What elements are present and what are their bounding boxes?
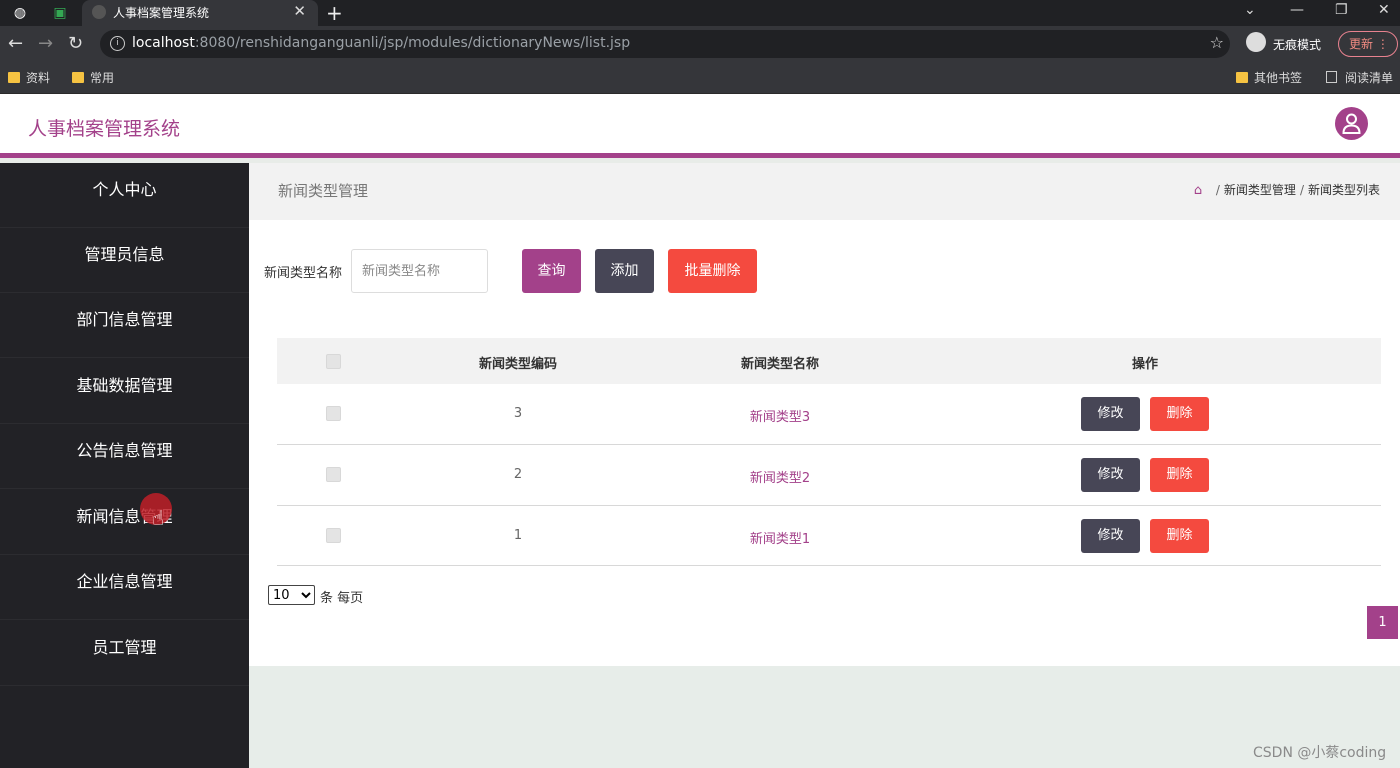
cell-code: 2 bbox=[513, 467, 523, 482]
page-number-button[interactable]: 1 bbox=[1367, 606, 1398, 639]
delete-button[interactable]: 删除 bbox=[1150, 397, 1209, 431]
sidebar: 个人中心 管理员信息 部门信息管理 基础数据管理 公告信息管理 新闻信息管理 企… bbox=[0, 163, 249, 768]
sidebar-item-announcement[interactable]: 公告信息管理 bbox=[0, 424, 249, 489]
user-avatar-icon[interactable] bbox=[1335, 107, 1368, 140]
watermark: CSDN @小蔡coding bbox=[1253, 745, 1387, 761]
table-row: 3 新闻类型3 修改 删除 bbox=[277, 384, 1381, 445]
folder-icon bbox=[1236, 72, 1248, 83]
page-size-select[interactable]: 10 bbox=[268, 585, 315, 605]
add-button[interactable]: 添加 bbox=[595, 249, 654, 293]
site-info-icon[interactable]: i bbox=[110, 36, 125, 51]
search-label: 新闻类型名称 bbox=[264, 266, 343, 281]
sidebar-item-news[interactable]: 新闻信息管理 bbox=[0, 490, 249, 555]
row-checkbox[interactable] bbox=[326, 467, 341, 482]
sidebar-item-personal-center[interactable]: 个人中心 bbox=[0, 163, 249, 228]
sheets-tab-icon[interactable]: ▣ bbox=[50, 3, 70, 23]
breadcrumb: ⌂ / 新闻类型管理 / 新闻类型列表 bbox=[1193, 183, 1380, 198]
cell-code: 3 bbox=[513, 406, 523, 421]
page-header: 新闻类型管理 ⌂ / 新闻类型管理 / 新闻类型列表 bbox=[249, 163, 1400, 220]
browser-tab-active[interactable]: 人事档案管理系统 ✕ bbox=[82, 0, 318, 26]
sidebar-item-admin-info[interactable]: 管理员信息 bbox=[0, 228, 249, 293]
table-row: 2 新闻类型2 修改 删除 bbox=[277, 445, 1381, 506]
other-bookmarks[interactable]: 其他书签 bbox=[1236, 69, 1302, 86]
page-size-control: 10 bbox=[268, 585, 315, 605]
edit-button[interactable]: 修改 bbox=[1081, 458, 1140, 492]
address-bar[interactable]: i localhost:8080/renshidanganguanli/jsp/… bbox=[100, 30, 1230, 58]
cell-name[interactable]: 新闻类型1 bbox=[750, 528, 810, 547]
browser-toolbar: ← → ↻ i localhost:8080/renshidanganguanl… bbox=[0, 26, 1400, 62]
row-checkbox[interactable] bbox=[326, 406, 341, 421]
restore-icon[interactable]: ❐ bbox=[1335, 2, 1348, 18]
incognito-icon[interactable] bbox=[1246, 32, 1266, 52]
page-size-label: 条 每页 bbox=[320, 591, 364, 606]
sidebar-item-enterprise[interactable]: 企业信息管理 bbox=[0, 555, 249, 620]
folder-icon bbox=[72, 72, 84, 83]
batch-delete-button[interactable]: 批量删除 bbox=[668, 249, 757, 293]
content-footer-area bbox=[249, 666, 1400, 768]
cell-name[interactable]: 新闻类型2 bbox=[750, 467, 810, 486]
minimize-icon[interactable]: — bbox=[1290, 2, 1304, 18]
sidebar-item-employee[interactable]: 员工管理 bbox=[0, 621, 249, 686]
folder-icon bbox=[8, 72, 20, 83]
globe-icon[interactable]: ◍ bbox=[10, 3, 30, 23]
bookmark-folder-1[interactable]: 资料 bbox=[8, 69, 50, 86]
app-title: 人事档案管理系统 bbox=[28, 118, 181, 140]
select-all-checkbox[interactable] bbox=[326, 354, 341, 369]
app-header: 人事档案管理系统 bbox=[0, 94, 1400, 158]
table-header: 新闻类型编码 新闻类型名称 操作 bbox=[277, 338, 1381, 384]
reading-list-icon bbox=[1326, 71, 1337, 83]
sidebar-item-basic-data[interactable]: 基础数据管理 bbox=[0, 359, 249, 424]
edit-button[interactable]: 修改 bbox=[1081, 397, 1140, 431]
delete-button[interactable]: 删除 bbox=[1150, 519, 1209, 553]
reading-list[interactable]: 阅读清单 bbox=[1326, 69, 1393, 86]
tab-title: 人事档案管理系统 bbox=[113, 6, 210, 20]
breadcrumb-item[interactable]: 新闻类型管理 bbox=[1224, 183, 1296, 197]
column-header-code: 新闻类型编码 bbox=[478, 357, 558, 372]
main-content: 新闻类型管理 ⌂/新闻类型管理/新闻类型列表 新闻类型名称 查询 添加 批量删除… bbox=[249, 163, 1400, 666]
tab-search-icon[interactable]: ⌄ bbox=[1244, 2, 1256, 18]
cell-code: 1 bbox=[513, 528, 523, 543]
breadcrumb-item-current: 新闻类型列表 bbox=[1307, 183, 1380, 197]
back-icon[interactable]: ← bbox=[8, 33, 23, 54]
incognito-label: 无痕模式 bbox=[1273, 38, 1322, 52]
bookmarks-bar: 资料 常用 其他书签 阅读清单 bbox=[0, 62, 1400, 94]
edit-button[interactable]: 修改 bbox=[1081, 519, 1140, 553]
close-window-icon[interactable]: ✕ bbox=[1378, 2, 1390, 18]
cell-name[interactable]: 新闻类型3 bbox=[750, 406, 810, 425]
query-button[interactable]: 查询 bbox=[522, 249, 581, 293]
page-title: 新闻类型管理 bbox=[278, 182, 369, 200]
bookmark-folder-2[interactable]: 常用 bbox=[72, 69, 114, 86]
mouse-cursor-icon: ☝ bbox=[152, 506, 165, 530]
search-input[interactable] bbox=[351, 249, 488, 293]
new-tab-icon[interactable]: + bbox=[326, 1, 343, 25]
bookmark-star-icon[interactable]: ☆ bbox=[1210, 33, 1224, 52]
sidebar-item-department[interactable]: 部门信息管理 bbox=[0, 293, 249, 358]
column-header-name: 新闻类型名称 bbox=[740, 357, 820, 372]
forward-icon[interactable]: → bbox=[38, 33, 53, 54]
reload-icon[interactable]: ↻ bbox=[68, 33, 83, 54]
tab-favicon-icon bbox=[92, 5, 106, 19]
url-text: localhost:8080/renshidanganguanli/jsp/mo… bbox=[132, 35, 631, 51]
browser-tab-bar: ◍ ▣ 人事档案管理系统 ✕ + ⌄ — ❐ ✕ bbox=[0, 0, 1400, 26]
row-checkbox[interactable] bbox=[326, 528, 341, 543]
tab-close-icon[interactable]: ✕ bbox=[293, 2, 306, 20]
delete-button[interactable]: 删除 bbox=[1150, 458, 1209, 492]
home-icon[interactable]: ⌂ bbox=[1194, 183, 1206, 198]
column-header-actions: 操作 bbox=[1131, 357, 1159, 372]
update-button[interactable]: 更新 ⋮ bbox=[1338, 31, 1398, 57]
table-row: 1 新闻类型1 修改 删除 bbox=[277, 506, 1381, 566]
